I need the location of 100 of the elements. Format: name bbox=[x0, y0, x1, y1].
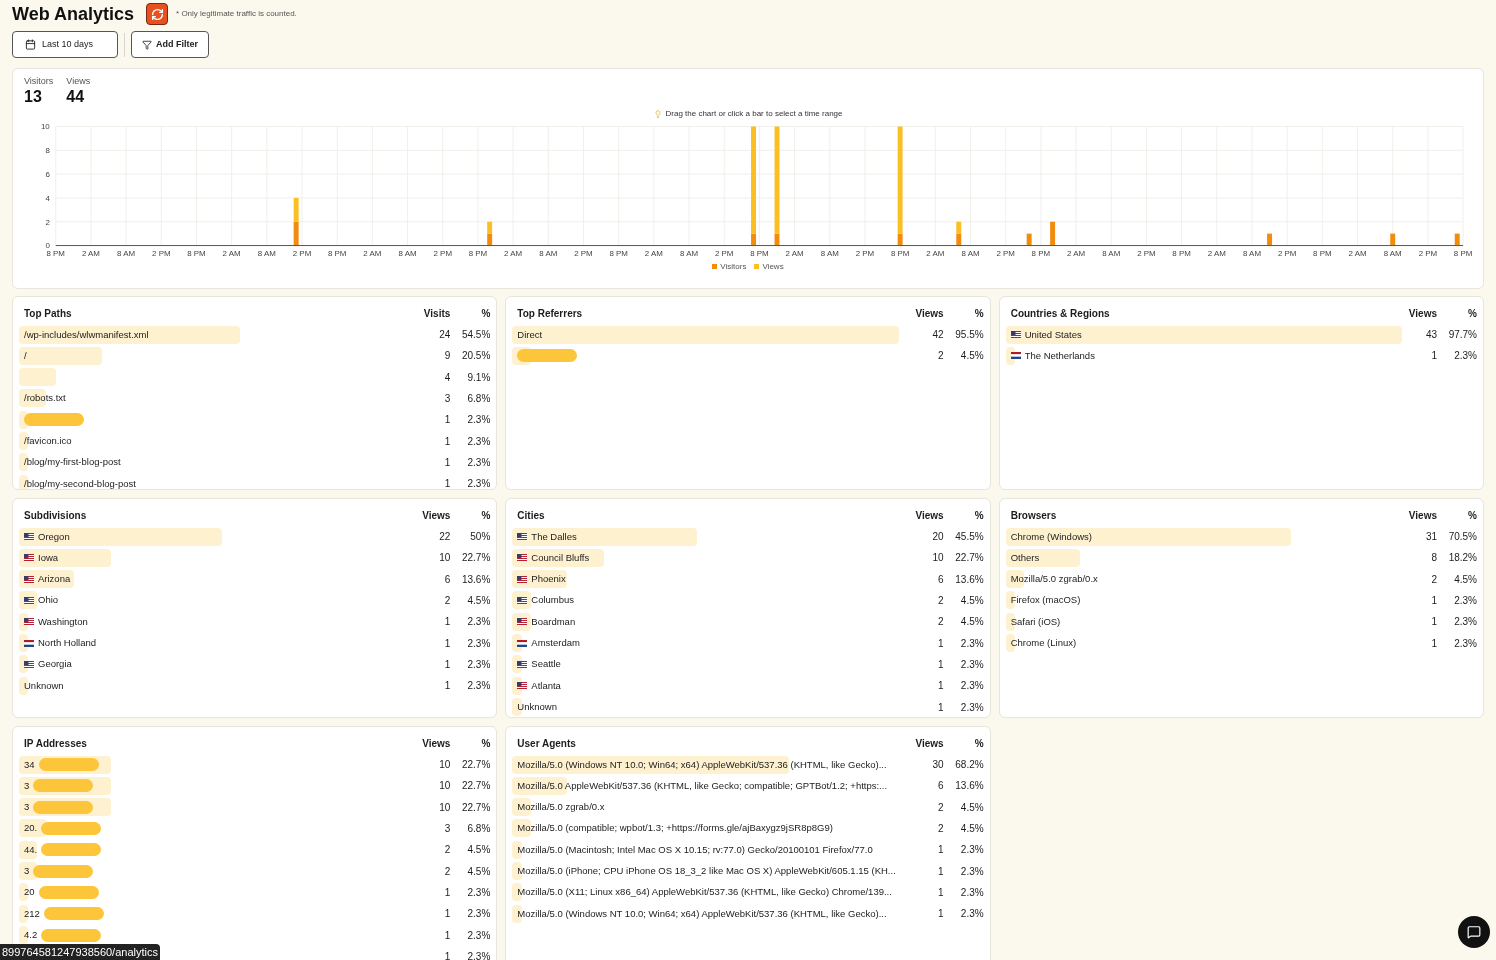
row-label[interactable]: Mozilla/5.0 zgrab/0.x bbox=[517, 800, 605, 815]
row-label[interactable]: 20 bbox=[24, 885, 35, 900]
row-label[interactable]: Boardman bbox=[531, 614, 576, 629]
table-cell-text: 2.3% bbox=[466, 636, 491, 651]
x-tick-label: 2 AM bbox=[222, 248, 241, 258]
y-tick-label: 10 bbox=[40, 122, 50, 131]
row-label[interactable]: 20. bbox=[24, 821, 38, 836]
chart-bar[interactable] bbox=[1454, 233, 1460, 246]
row-label[interactable]: 3 bbox=[24, 778, 30, 794]
chart-bar[interactable] bbox=[293, 221, 299, 246]
row-label[interactable]: Chrome (Windows) bbox=[1010, 529, 1092, 544]
column-header: Views bbox=[1407, 306, 1437, 321]
row-label[interactable]: Georgia bbox=[38, 657, 72, 672]
table-cell-text: 54.5% bbox=[460, 328, 491, 343]
x-tick-label: 2 AM bbox=[1348, 248, 1367, 258]
table-cell-text: 22.7% bbox=[460, 779, 491, 794]
refresh-button[interactable] bbox=[146, 3, 169, 25]
x-tick-label: 8 AM bbox=[1383, 248, 1402, 258]
row-label[interactable]: North Holland bbox=[38, 636, 97, 651]
table-cell-text: 2 bbox=[1430, 572, 1437, 587]
table-cell-text: 4.5% bbox=[959, 822, 984, 837]
row-label[interactable]: Safari (iOS) bbox=[1010, 614, 1061, 629]
row-label[interactable]: 3 bbox=[24, 864, 30, 879]
table-cell-text: 2.3% bbox=[1453, 594, 1477, 609]
column-header: % bbox=[480, 508, 491, 523]
row-label[interactable]: /robots.txt bbox=[24, 391, 66, 406]
row-label[interactable]: Chrome (Linux) bbox=[1010, 636, 1077, 651]
row-label[interactable]: Columbus bbox=[531, 593, 575, 608]
row-label[interactable]: Mozilla/5.0 (Windows NT 10.0; Win64; x64) AppleWebKit/537.36 (KHTML, like Gecko)... bbox=[517, 757, 887, 772]
table-cell-text: 10 bbox=[931, 551, 944, 566]
chart-hint: Drag the chart or click a bar to select a time range bbox=[665, 107, 843, 120]
table-cell-text: 2.3% bbox=[466, 657, 491, 672]
row-label[interactable]: Arizona bbox=[38, 572, 71, 587]
row-label[interactable]: Mozilla/5.0 (Windows NT 10.0; Win64; x64) AppleWebKit/537.36 (KHTML, like Gecko)... bbox=[517, 906, 887, 921]
row-label[interactable]: Amsterdam bbox=[531, 636, 580, 651]
chart-bar[interactable] bbox=[956, 233, 962, 246]
panel-title: Countries & Regions bbox=[1010, 306, 1111, 321]
chart-bar[interactable] bbox=[1267, 233, 1273, 246]
date-range-button[interactable]: Last 10 days bbox=[12, 31, 118, 58]
table-cell-text: 95.5% bbox=[954, 328, 984, 343]
chart-bar[interactable] bbox=[1390, 233, 1396, 246]
chart-bar[interactable] bbox=[774, 233, 780, 246]
row-label[interactable]: Mozilla/5.0 zgrab/0.x bbox=[1010, 572, 1098, 587]
table-cell-text: 4.5% bbox=[959, 615, 984, 630]
row-label[interactable]: Mozilla/5.0 AppleWebKit/537.36 (KHTML, like Gecko; compatible; GPTBot/1.2; +https:... bbox=[517, 778, 888, 794]
row-label[interactable]: Atlanta bbox=[531, 678, 561, 693]
row-label[interactable]: 212 bbox=[24, 906, 40, 921]
row-label[interactable]: Council Bluffs bbox=[531, 550, 590, 566]
row-label[interactable]: 4.2 bbox=[24, 927, 38, 943]
table-cell-text: 1 bbox=[937, 843, 944, 858]
chart-bar[interactable] bbox=[1050, 221, 1056, 246]
row-label[interactable]: The Netherlands bbox=[1024, 348, 1095, 364]
y-tick-label: 2 bbox=[45, 217, 50, 227]
row-label[interactable]: Mozilla/5.0 (compatible; wpbot/1.3; +https://forms.gle/ajBaxygz9jSR8p8G9) bbox=[517, 821, 833, 836]
table-cell-text: 4 bbox=[443, 370, 451, 385]
row-label[interactable]: Ohio bbox=[38, 593, 59, 608]
row-label[interactable]: Mozilla/5.0 (X11; Linux x86_64) AppleWebKit/537.36 (KHTML, like Gecko) Chrome/139... bbox=[517, 885, 892, 900]
row-label[interactable]: Mozilla/5.0 (Macintosh; Intel Mac OS X 10.15; rv:77.0) Gecko/20100101 Firefox/77.0 bbox=[517, 842, 873, 857]
redaction-mark bbox=[41, 928, 102, 942]
table-cell-text: 1 bbox=[443, 455, 451, 470]
chart-bar[interactable] bbox=[897, 233, 903, 246]
table-cell-text: 10 bbox=[438, 758, 451, 773]
panel-title: Subdivisions bbox=[24, 508, 88, 523]
x-tick-label: 2 AM bbox=[1067, 248, 1086, 258]
table-cell-text: 1 bbox=[937, 907, 944, 922]
row-label[interactable]: /wp-includes/wlwmanifest.xml bbox=[24, 327, 149, 342]
y-tick-label: 4 bbox=[45, 193, 50, 203]
row-label[interactable]: Direct bbox=[517, 327, 543, 342]
row-label[interactable]: Firefox (macOS) bbox=[1010, 593, 1081, 608]
row-label[interactable]: Unknown bbox=[517, 699, 557, 715]
chart-bar[interactable] bbox=[1026, 233, 1032, 246]
row-label[interactable]: Oregon bbox=[38, 529, 70, 544]
row-label[interactable]: /favicon.ico bbox=[24, 434, 72, 449]
row-label[interactable]: Unknown bbox=[24, 678, 64, 693]
table-cell-text: 24 bbox=[438, 328, 451, 343]
add-filter-button[interactable]: Add Filter bbox=[131, 31, 209, 58]
row-label[interactable]: Iowa bbox=[38, 550, 59, 566]
row-label[interactable]: United States bbox=[1024, 327, 1082, 342]
chat-button[interactable] bbox=[1458, 916, 1490, 948]
row-label[interactable]: Mozilla/5.0 (iPhone; CPU iPhone OS 18_3_2 like Mac OS X) AppleWebKit/605.1.15 (KH... bbox=[517, 864, 896, 879]
x-tick-label: 2 PM bbox=[1277, 248, 1297, 258]
us-flag-icon bbox=[24, 660, 34, 668]
x-tick-label: 2 AM bbox=[504, 248, 523, 258]
traffic-note: * Only legitimate traffic is counted. bbox=[176, 8, 297, 20]
table-cell-text: 1 bbox=[443, 413, 451, 428]
row-label[interactable]: Phoenix bbox=[531, 572, 566, 587]
row-label[interactable]: 44. bbox=[24, 842, 38, 857]
row-label[interactable]: Seattle bbox=[531, 657, 561, 672]
table-cell-text: 1 bbox=[443, 434, 451, 449]
chart-bar[interactable] bbox=[487, 233, 493, 246]
row-label[interactable]: /blog/my-first-blog-post bbox=[24, 455, 121, 470]
row-label[interactable]: The Dalles bbox=[531, 529, 577, 544]
x-tick-label: 8 PM bbox=[327, 248, 347, 258]
row-label[interactable]: 3 bbox=[24, 800, 30, 815]
row-label[interactable]: 34 bbox=[24, 757, 35, 772]
row-label[interactable]: Others bbox=[1010, 550, 1040, 566]
y-tick-label: 0 bbox=[45, 241, 50, 250]
chart-bar[interactable] bbox=[751, 233, 756, 246]
row-label[interactable]: Washington bbox=[38, 614, 88, 629]
row-label[interactable]: /blog/my-second-blog-post bbox=[24, 476, 136, 489]
